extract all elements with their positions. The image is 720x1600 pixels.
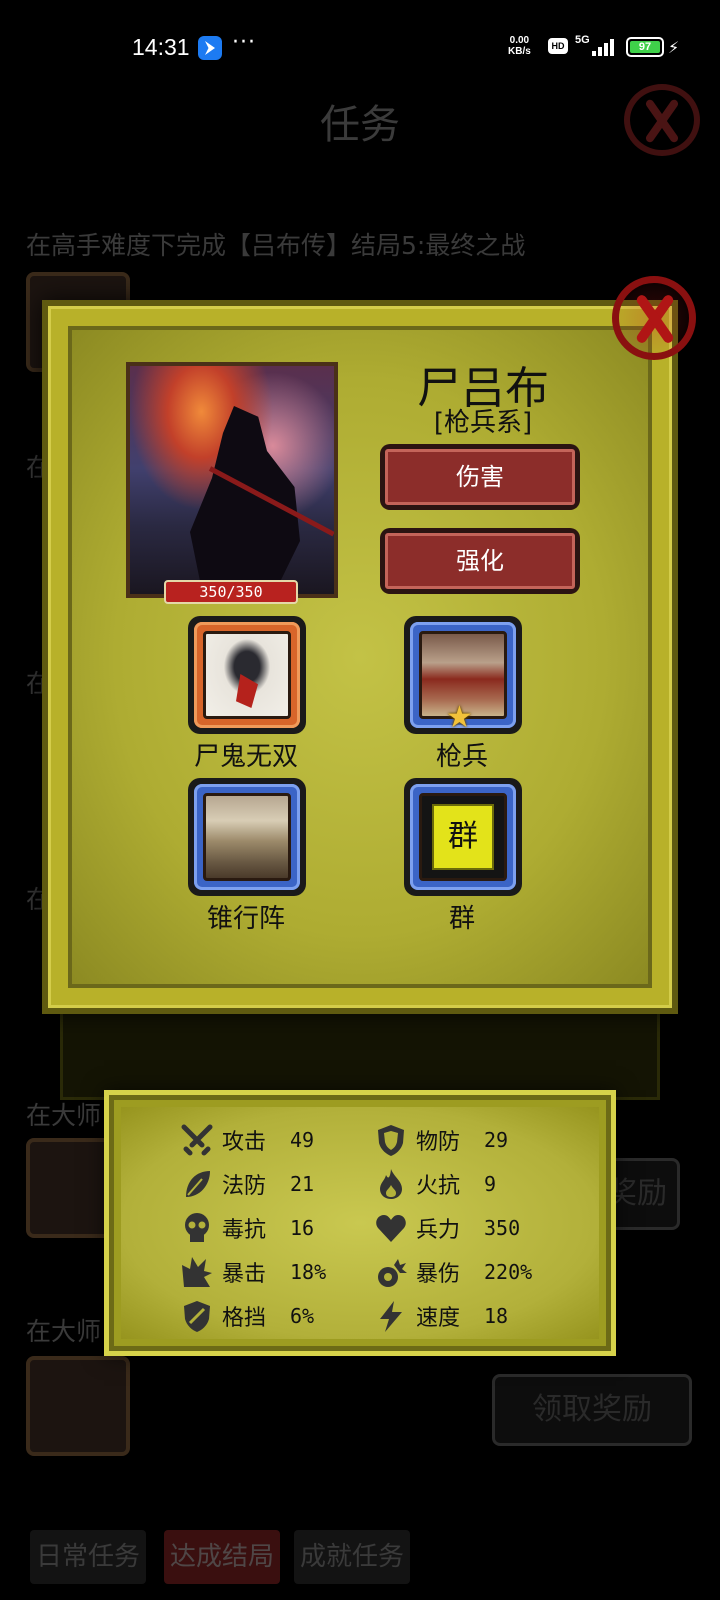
skill-label: 枪兵 bbox=[435, 742, 488, 772]
task-description: 在大师 bbox=[26, 1101, 102, 1130]
stat-value: 220% bbox=[484, 1260, 533, 1284]
stat-value: 18% bbox=[290, 1260, 327, 1284]
flame-icon bbox=[374, 1167, 408, 1201]
heart-icon bbox=[374, 1211, 408, 1245]
stat-label: 法防 bbox=[222, 1174, 267, 1199]
tab-endings[interactable]: 达成结局 bbox=[164, 1530, 281, 1584]
stat-physical-defense: 物防 29 bbox=[374, 1120, 508, 1160]
signal-strength-icon bbox=[588, 38, 616, 56]
faction-banner: 群 bbox=[432, 804, 494, 870]
stat-attack: 攻击 49 bbox=[180, 1120, 314, 1160]
stat-label: 兵力 bbox=[416, 1218, 461, 1243]
damage-button-label: 伤害 bbox=[385, 449, 575, 505]
burst-icon bbox=[180, 1255, 214, 1289]
star-icon: ★ bbox=[446, 700, 473, 735]
claim-reward-button[interactable]: 领取奖励 bbox=[492, 1374, 692, 1446]
skill-slot-ghost-peerless[interactable] bbox=[188, 616, 306, 734]
network-speed: 0.00 KB/s bbox=[508, 35, 531, 57]
stat-value: 350 bbox=[484, 1216, 521, 1240]
tab-achievements[interactable]: 成就任务 bbox=[294, 1530, 411, 1584]
stat-value: 18 bbox=[484, 1304, 509, 1328]
status-time: 14:31 bbox=[132, 34, 190, 60]
stat-value: 49 bbox=[290, 1128, 315, 1152]
stat-speed: 速度 18 bbox=[374, 1296, 508, 1336]
stat-magic-defense: 法防 21 bbox=[180, 1164, 314, 1204]
network-speed-unit: KB/s bbox=[508, 46, 531, 57]
explosion-icon bbox=[374, 1255, 408, 1289]
crossed-swords-icon bbox=[180, 1123, 214, 1157]
stat-fire-resist: 火抗 9 bbox=[374, 1164, 496, 1204]
stat-label: 速度 bbox=[416, 1306, 461, 1331]
stat-value: 16 bbox=[290, 1216, 315, 1240]
task-thumbnail bbox=[26, 1356, 130, 1456]
skill-camp-art bbox=[203, 793, 291, 881]
skill-ghost-art bbox=[203, 631, 291, 719]
hd-voice-icon: HD bbox=[548, 38, 568, 54]
skull-icon bbox=[180, 1211, 214, 1245]
stat-crit: 暴击 18% bbox=[180, 1252, 326, 1292]
stat-label: 毒抗 bbox=[222, 1218, 267, 1243]
network-speed-value: 0.00 bbox=[509, 35, 530, 46]
hero-portrait bbox=[126, 362, 338, 598]
charging-icon: ⚡ bbox=[668, 38, 680, 57]
more-notifications-icon: ··· bbox=[232, 30, 256, 55]
stat-poison-resist: 毒抗 16 bbox=[180, 1208, 314, 1248]
lightning-icon bbox=[374, 1299, 408, 1333]
skill-label: 锥行阵 bbox=[206, 904, 285, 934]
stat-crit-damage: 暴伤 220% bbox=[374, 1252, 532, 1292]
hero-hp-bar: 350/350 bbox=[164, 580, 298, 604]
page-title: 任务 bbox=[320, 102, 400, 148]
task-description: 在大师 bbox=[26, 1317, 102, 1346]
block-shield-icon bbox=[180, 1299, 214, 1333]
status-bar: 14:31 ··· 0.00 KB/s HD 5G 97 ⚡ bbox=[0, 0, 720, 96]
stat-label: 攻击 bbox=[222, 1130, 267, 1155]
close-icon[interactable] bbox=[612, 276, 696, 360]
task-description: 在高手难度下完成【吕布传】结局5:最终之战 bbox=[26, 231, 526, 260]
skill-label: 群 bbox=[448, 904, 475, 934]
tab-daily-tasks[interactable]: 日常任务 bbox=[30, 1530, 147, 1584]
enhance-button-label: 强化 bbox=[385, 533, 575, 589]
shield-icon bbox=[374, 1123, 408, 1157]
stat-label: 暴击 bbox=[222, 1262, 267, 1287]
faction-flag-art: 群 bbox=[419, 793, 507, 881]
enhance-button[interactable]: 强化 bbox=[380, 528, 580, 594]
stat-block: 格挡 6% bbox=[180, 1296, 314, 1336]
stat-label: 物防 bbox=[416, 1130, 461, 1155]
stat-label: 暴伤 bbox=[416, 1262, 461, 1287]
hero-figure bbox=[190, 406, 300, 586]
battery-icon: 97 bbox=[626, 37, 664, 57]
skill-slot-faction[interactable]: 群 bbox=[404, 778, 522, 896]
damage-button[interactable]: 伤害 bbox=[380, 444, 580, 510]
leaf-icon bbox=[180, 1167, 214, 1201]
stat-value: 21 bbox=[290, 1172, 315, 1196]
stat-label: 火抗 bbox=[416, 1174, 461, 1199]
stat-value: 29 bbox=[484, 1128, 509, 1152]
stat-label: 格挡 bbox=[222, 1306, 267, 1331]
skill-slot-wedge-formation[interactable] bbox=[188, 778, 306, 896]
battery-level: 97 bbox=[638, 41, 652, 53]
stat-value: 6% bbox=[290, 1304, 315, 1328]
hero-class: [枪兵系] bbox=[433, 408, 533, 438]
stat-value: 9 bbox=[484, 1172, 497, 1196]
skill-label: 尸鬼无双 bbox=[193, 742, 298, 772]
app-notification-icon bbox=[198, 36, 222, 60]
stat-troops: 兵力 350 bbox=[374, 1208, 520, 1248]
